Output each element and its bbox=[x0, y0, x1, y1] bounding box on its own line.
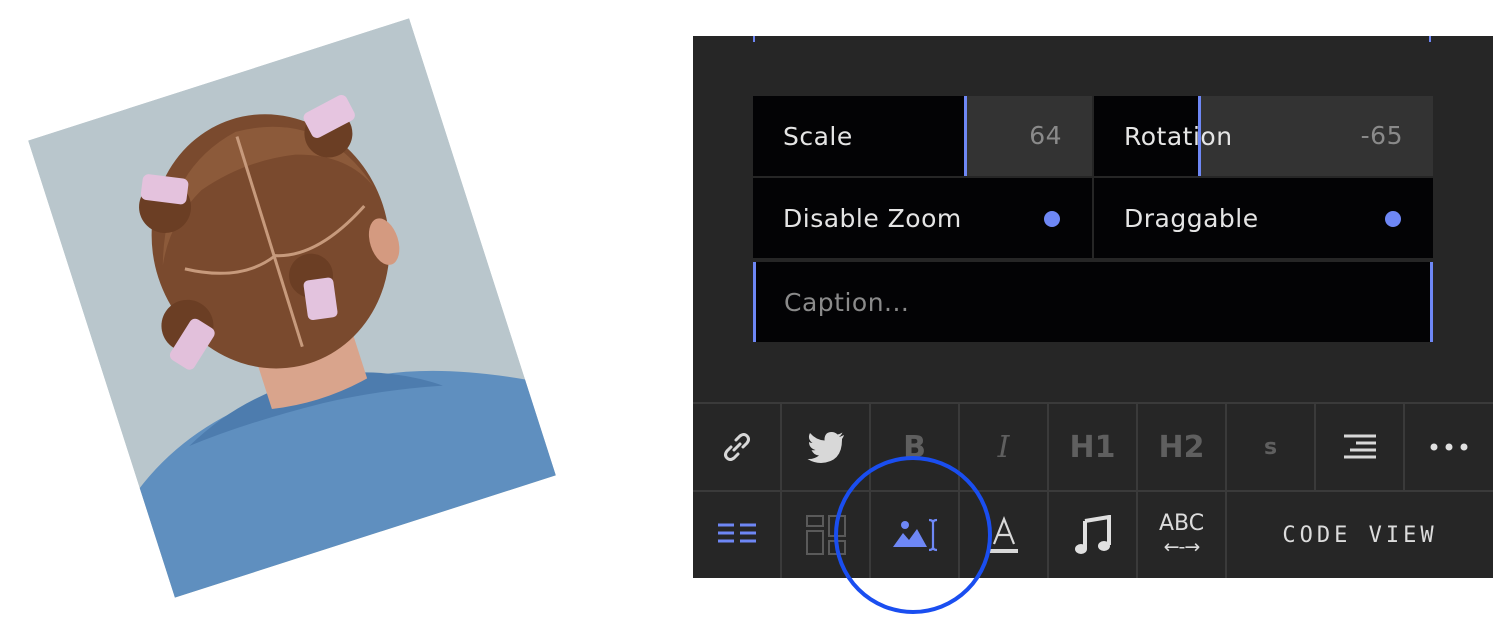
draggable-toggle[interactable]: Draggable bbox=[1094, 178, 1433, 258]
grid-layout-icon bbox=[805, 515, 846, 555]
scale-slider-handle[interactable] bbox=[964, 96, 967, 176]
image-caption-button[interactable] bbox=[871, 492, 960, 578]
draggable-label: Draggable bbox=[1124, 203, 1259, 233]
caption-input[interactable] bbox=[756, 262, 1430, 342]
more-button[interactable] bbox=[1405, 404, 1493, 490]
music-note-icon bbox=[1074, 515, 1111, 554]
strikethrough-button[interactable]: s bbox=[1227, 404, 1316, 490]
bold-label: B bbox=[903, 429, 926, 465]
list-layout-icon bbox=[717, 523, 756, 543]
abc-label: ABC bbox=[1158, 511, 1205, 536]
h2-label: H2 bbox=[1158, 429, 1205, 465]
list-layout-button[interactable] bbox=[693, 492, 782, 578]
rotation-slider[interactable]: Rotation -65 bbox=[1094, 96, 1433, 176]
grid-layout-button[interactable] bbox=[782, 492, 871, 578]
more-icon bbox=[1430, 443, 1468, 451]
photo-illustration bbox=[28, 18, 556, 598]
code-view-label: CODE VIEW bbox=[1282, 522, 1438, 548]
h2-button[interactable]: H2 bbox=[1138, 404, 1227, 490]
link-button[interactable] bbox=[693, 404, 782, 490]
image-controls: Scale 64 Rotation -65 Disable Zoom Dragg… bbox=[753, 96, 1433, 342]
twitter-button[interactable] bbox=[782, 404, 871, 490]
image-text-icon bbox=[892, 518, 937, 552]
align-right-icon bbox=[1343, 434, 1376, 459]
double-arrow-icon: ←-→ bbox=[1163, 536, 1201, 558]
panel-edge-right bbox=[1429, 36, 1431, 42]
image-settings-panel: Scale 64 Rotation -65 Disable Zoom Dragg… bbox=[693, 36, 1493, 578]
draggable-indicator bbox=[1385, 211, 1401, 227]
h1-button[interactable]: H1 bbox=[1049, 404, 1138, 490]
scale-value: 64 bbox=[1029, 121, 1062, 150]
rotation-slider-handle[interactable] bbox=[1198, 96, 1201, 176]
strikethrough-label: s bbox=[1263, 434, 1278, 460]
photo[interactable] bbox=[28, 18, 556, 598]
panel-edge-left bbox=[753, 36, 755, 42]
disable-zoom-label: Disable Zoom bbox=[783, 203, 962, 233]
code-view-button[interactable]: CODE VIEW bbox=[1227, 492, 1493, 578]
bold-button[interactable]: B bbox=[871, 404, 960, 490]
toolbar-row-2: ABC ←-→ CODE VIEW bbox=[693, 490, 1493, 578]
toolbar-row-1: B I H1 H2 s bbox=[693, 404, 1493, 490]
disable-zoom-indicator bbox=[1044, 211, 1060, 227]
italic-button[interactable]: I bbox=[960, 404, 1049, 490]
link-icon bbox=[723, 433, 750, 461]
scale-label: Scale bbox=[783, 121, 853, 151]
audio-button[interactable] bbox=[1049, 492, 1138, 578]
disable-zoom-toggle[interactable]: Disable Zoom bbox=[753, 178, 1092, 258]
twitter-icon bbox=[807, 432, 844, 463]
text-direction-button[interactable]: ABC ←-→ bbox=[1138, 492, 1227, 578]
text-color-icon bbox=[989, 516, 1018, 553]
rotation-value: -65 bbox=[1360, 121, 1403, 150]
align-right-button[interactable] bbox=[1316, 404, 1405, 490]
text-color-button[interactable] bbox=[960, 492, 1049, 578]
editor-toolbar: B I H1 H2 s ABC ←-→ CODE VIEW bbox=[693, 402, 1493, 578]
h1-label: H1 bbox=[1069, 429, 1116, 465]
rotation-label: Rotation bbox=[1124, 121, 1233, 151]
scale-slider[interactable]: Scale 64 bbox=[753, 96, 1092, 176]
italic-label: I bbox=[997, 429, 1010, 465]
caption-field bbox=[753, 262, 1433, 342]
